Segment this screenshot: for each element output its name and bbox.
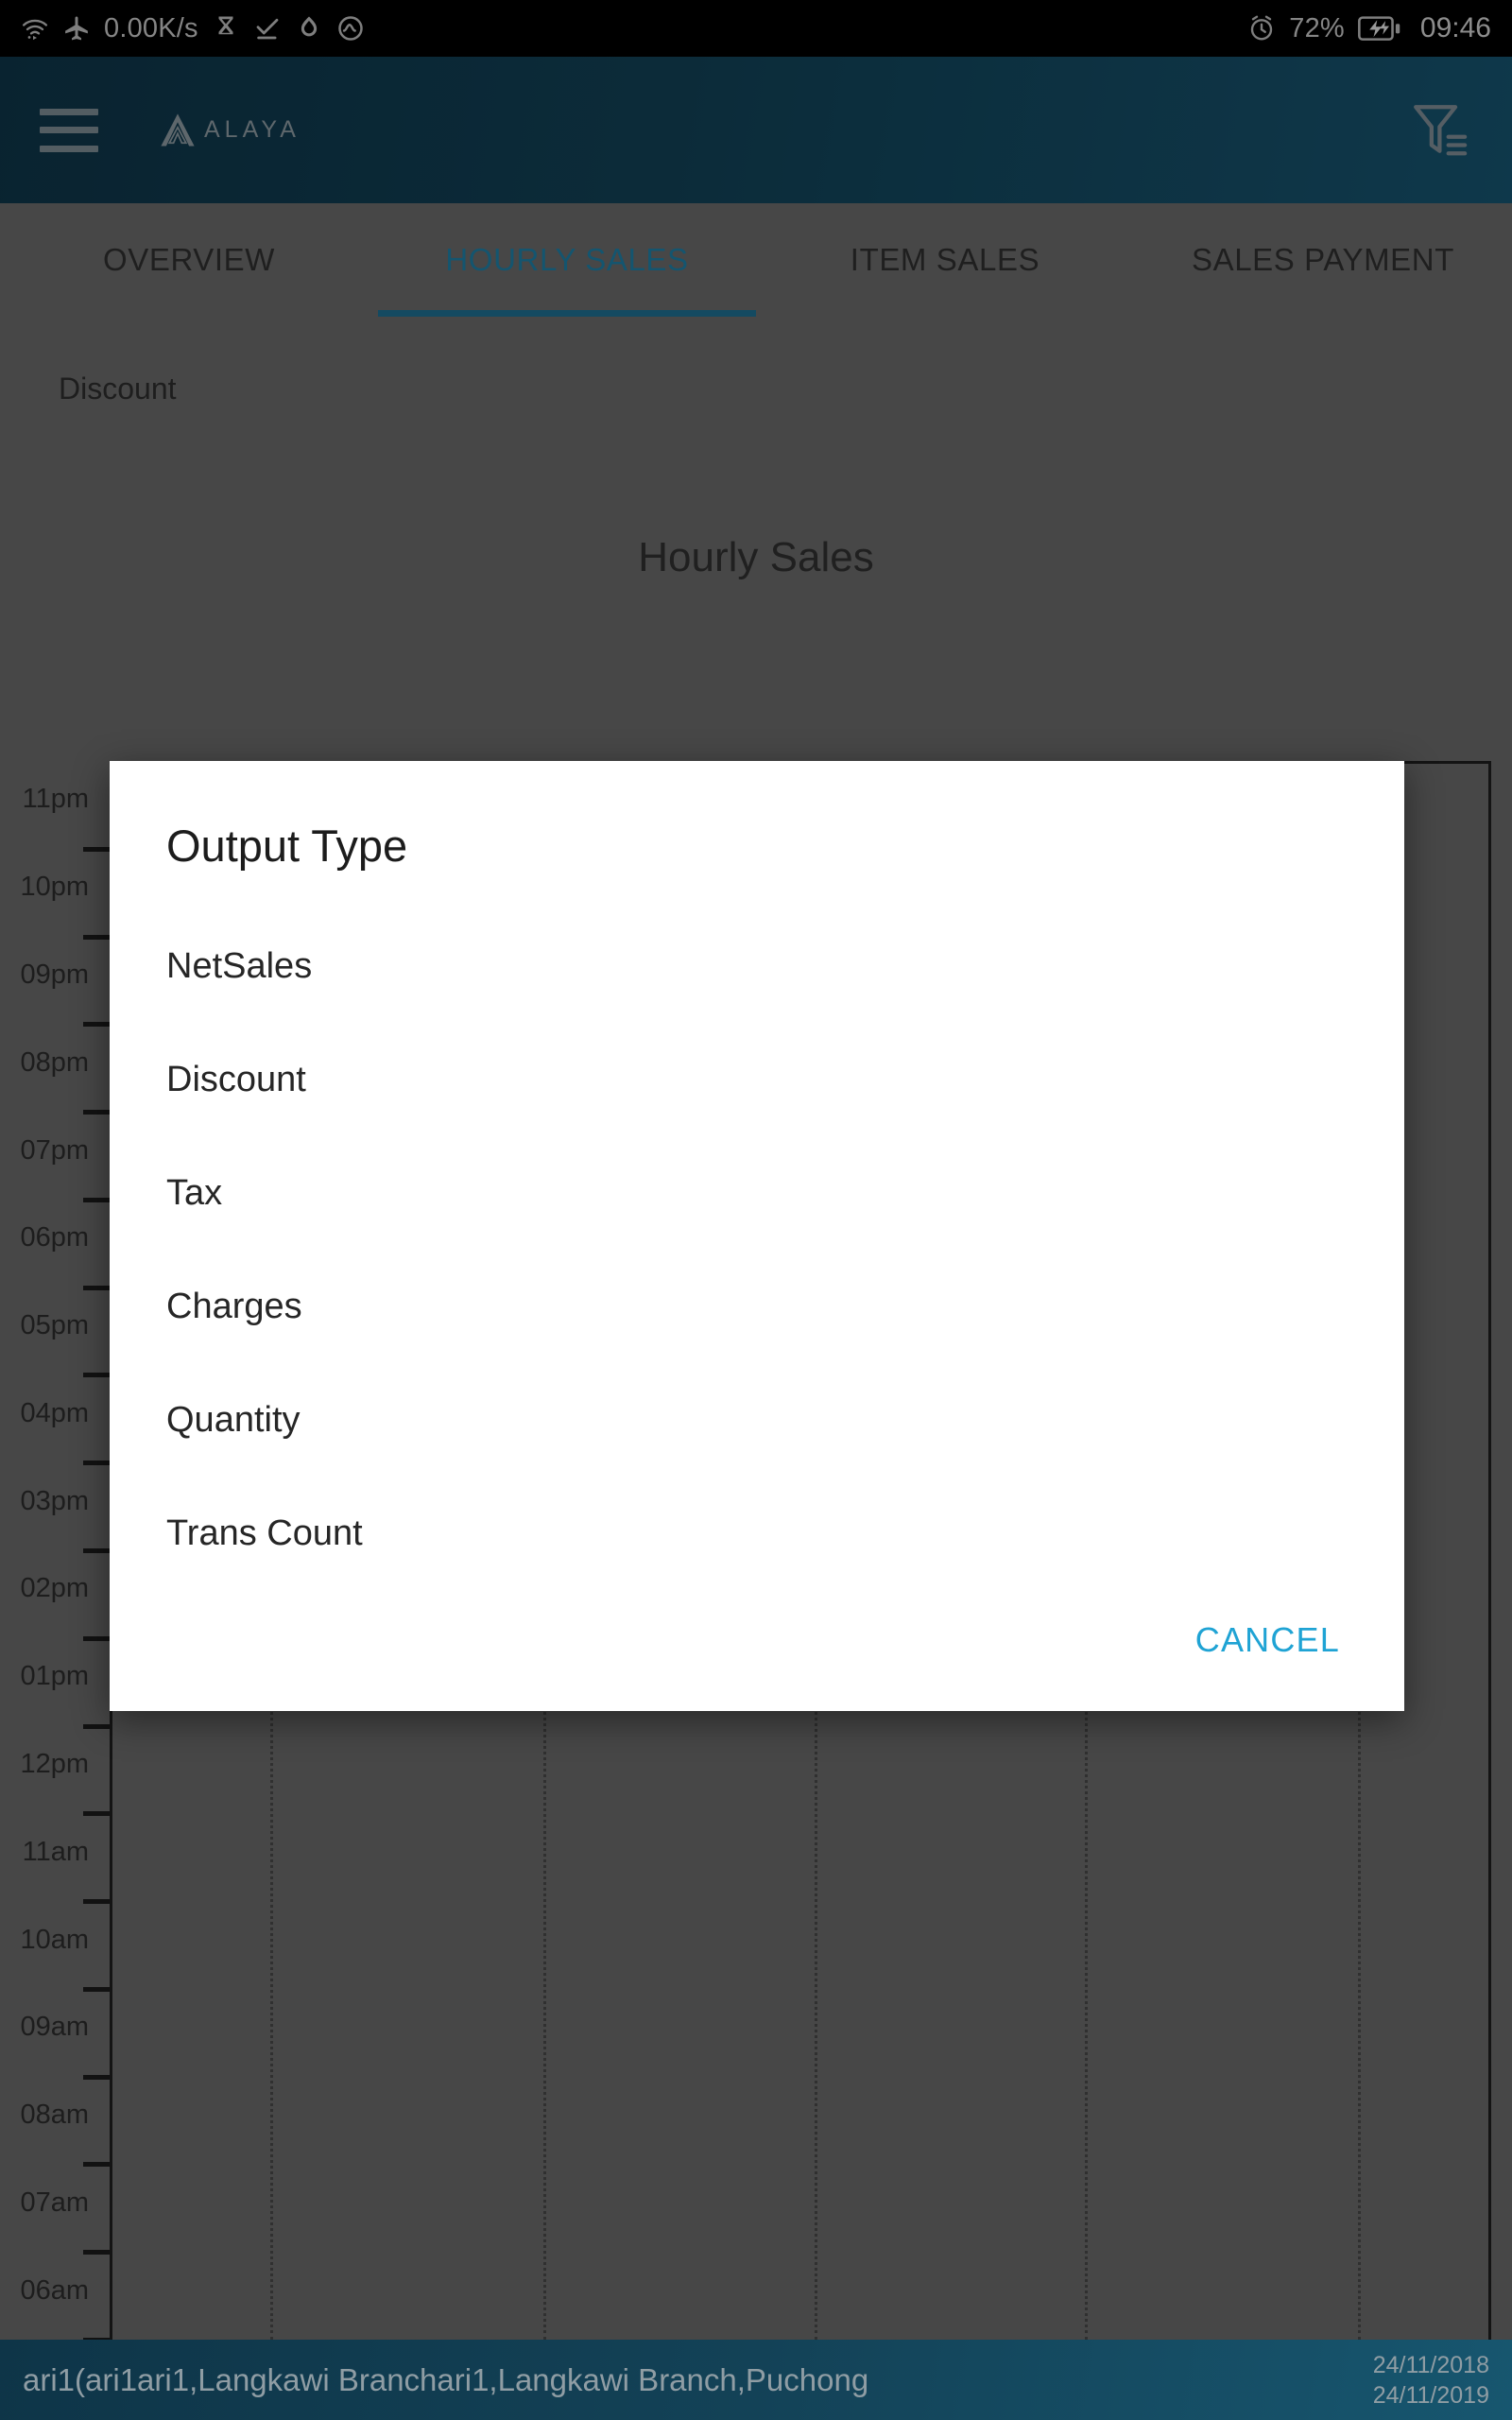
output-type-dialog: Output Type NetSales Discount Tax Charges Qu… — [110, 761, 1404, 1711]
date-from-label: 24/11/2018 — [1372, 2351, 1489, 2378]
output-type-option[interactable]: Tax — [110, 1136, 1404, 1250]
filter-summary-label: ari1(ari1ari1,Langkawi Branchari1,Langka… — [23, 2361, 869, 2397]
option-label: Quantity — [166, 1399, 301, 1440]
option-label: NetSales — [166, 945, 313, 986]
cancel-button[interactable]: CANCEL — [1190, 1609, 1346, 1671]
option-label: Trans Count — [166, 1512, 363, 1553]
option-label: Charges — [166, 1286, 302, 1326]
output-type-option[interactable]: Charges — [110, 1250, 1404, 1363]
option-label: Tax — [166, 1172, 223, 1213]
dialog-title: Output Type — [166, 821, 408, 871]
app-screen: 0.00K/s 72% 09:46 ALAYA OVERVIEW HOURLY … — [0, 0, 1512, 2420]
dialog-action-row: CANCEL — [110, 1609, 1404, 1711]
date-to-label: 24/11/2019 — [1372, 2381, 1489, 2409]
output-type-option[interactable]: NetSales — [110, 909, 1404, 1023]
option-label: Discount — [166, 1059, 306, 1099]
filter-summary-bar: ari1(ari1ari1,Langkawi Branchari1,Langka… — [0, 2340, 1512, 2420]
output-type-option[interactable]: Trans Count — [110, 1477, 1404, 1590]
output-type-option[interactable]: Quantity — [110, 1363, 1404, 1477]
output-type-option-list: NetSales Discount Tax Charges Quantity Trans … — [110, 872, 1404, 1609]
output-type-option[interactable]: Discount — [110, 1023, 1404, 1136]
date-range-label: 24/11/2018 24/11/2019 — [1373, 2350, 1489, 2411]
